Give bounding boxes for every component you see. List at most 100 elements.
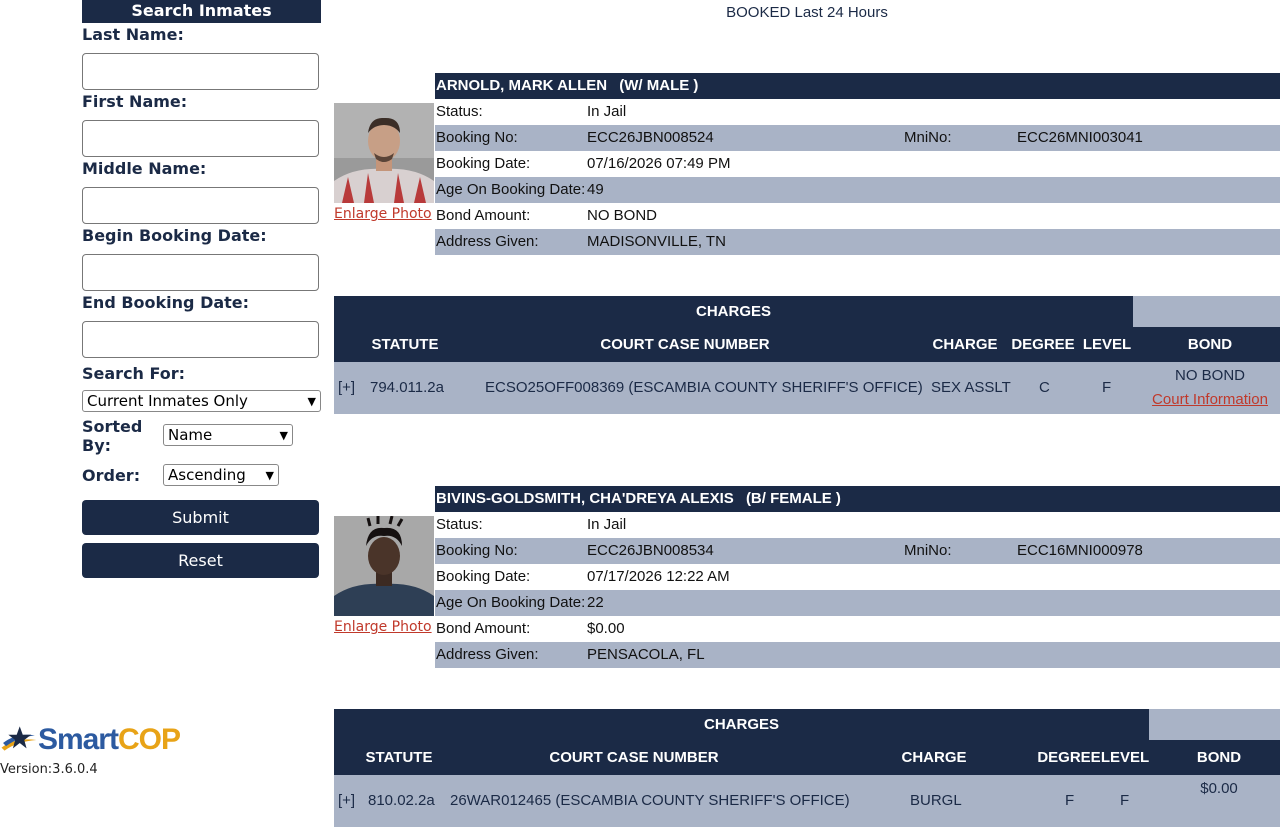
charge-cell: SEX ASSLT (931, 379, 1011, 396)
charge-cell: BURGL (910, 792, 962, 809)
chevron-down-icon: ▼ (265, 468, 274, 482)
middle-name-input[interactable] (82, 187, 319, 224)
charges-title: CHARGES (334, 296, 1133, 327)
booking-no-label: Booking No: (436, 129, 518, 146)
case-number-cell: ECSO25OFF008369 (ESCAMBIA COUNTY SHERIFF… (485, 379, 923, 396)
status-label: Status: (436, 516, 483, 533)
bond-amount-row: Bond Amount: NO BOND (435, 203, 1280, 229)
col-court-case-number: COURT CASE NUMBER (600, 336, 770, 353)
charges-table: CHARGES STATUTE COURT CASE NUMBER CHARGE… (334, 296, 1280, 414)
statute-cell: 810.02.2a (368, 792, 435, 809)
search-for-value: Current Inmates Only (87, 392, 248, 410)
booking-no-row: Booking No: ECC26JBN008524 MniNo: ECC26M… (435, 125, 1280, 151)
sorted-by-value: Name (168, 426, 213, 444)
logo-smart-text: Smart (37, 723, 119, 756)
submit-button[interactable]: Submit (82, 500, 319, 535)
end-booking-date-input[interactable] (82, 321, 319, 358)
charges-header-row: STATUTE COURT CASE NUMBER CHARGE DEGREE … (334, 740, 1280, 775)
enlarge-photo-link[interactable]: Enlarge Photo (334, 206, 434, 222)
booking-date-row: Booking Date: 07/17/2026 12:22 AM (435, 564, 1280, 590)
degree-cell: F (1065, 792, 1075, 809)
booking-no-label: Booking No: (436, 542, 518, 559)
order-select[interactable]: Ascending ▼ (163, 464, 279, 486)
statute-cell: 794.011.2a (370, 379, 444, 396)
address-label: Address Given: (436, 646, 539, 663)
page-title: BOOKED Last 24 Hours (726, 4, 888, 21)
inmate-race-sex: (W/ MALE ) (619, 77, 699, 94)
booking-no-row: Booking No: ECC26JBN008534 MniNo: ECC16M… (435, 538, 1280, 564)
col-degree: DEGREE (1011, 336, 1075, 353)
table-row: [+] 794.011.2a ECSO25OFF008369 (ESCAMBIA… (334, 362, 1280, 414)
expand-toggle[interactable]: [+] (338, 379, 355, 396)
mni-no-value: ECC16MNI000978 (1017, 542, 1143, 559)
booking-date-label: Booking Date: (436, 155, 531, 172)
mni-no-label: MniNo: (904, 542, 952, 559)
begin-booking-date-input[interactable] (82, 254, 319, 291)
first-name-label: First Name: (82, 92, 188, 111)
col-charge: CHARGE (932, 336, 998, 353)
begin-booking-date-label: Begin Booking Date: (82, 226, 267, 245)
expand-toggle[interactable]: [+] (338, 792, 355, 809)
enlarge-photo-link[interactable]: Enlarge Photo (334, 619, 434, 635)
mni-no-value: ECC26MNI003041 (1017, 129, 1143, 146)
order-value: Ascending (168, 466, 246, 484)
booking-no-value: ECC26JBN008534 (587, 542, 714, 559)
search-panel: Search Inmates Last Name: First Name: Mi… (82, 0, 321, 578)
charges-header-row: STATUTE COURT CASE NUMBER CHARGE DEGREE … (334, 327, 1280, 362)
degree-cell: C (1039, 379, 1050, 396)
col-statute: STATUTE (371, 336, 439, 353)
booking-date-label: Booking Date: (436, 568, 531, 585)
booking-no-value: ECC26JBN008524 (587, 129, 714, 146)
sorted-by-select[interactable]: Name ▼ (163, 424, 293, 446)
last-name-label: Last Name: (82, 25, 184, 44)
age-row: Age On Booking Date: 49 (435, 177, 1280, 203)
inmate-race-sex: (B/ FEMALE ) (745, 490, 841, 507)
end-booking-date-label: End Booking Date: (82, 293, 250, 312)
status-row: Status: In Jail (435, 512, 1280, 538)
last-name-input[interactable] (82, 53, 319, 90)
mni-no-label: MniNo: (904, 129, 952, 146)
col-bond: BOND (1187, 336, 1233, 353)
bond-cell: $0.00 (1200, 780, 1238, 797)
inmate-photo (334, 516, 434, 616)
inmate-photo (334, 103, 434, 203)
sorted-by-label: Sorted By: (82, 417, 143, 455)
col-charge: CHARGE (901, 749, 967, 766)
address-row: Address Given: MADISONVILLE, TN (435, 229, 1280, 255)
results-panel: BOOKED Last 24 Hours Enlarge Photo ARNOL… (334, 0, 1280, 827)
booking-date-value: 07/16/2026 07:49 PM (587, 155, 731, 172)
booking-date-value: 07/17/2026 12:22 AM (587, 568, 730, 585)
reset-button[interactable]: Reset (82, 543, 319, 578)
status-label: Status: (436, 103, 483, 120)
charges-table: CHARGES STATUTE COURT CASE NUMBER CHARGE… (334, 709, 1280, 827)
middle-name-label: Middle Name: (82, 159, 207, 178)
status-row: Status: In Jail (435, 99, 1280, 125)
case-number-cell: 26WAR012465 (ESCAMBIA COUNTY SHERIFF'S O… (450, 792, 850, 809)
bond-amount-value: $0.00 (587, 620, 625, 637)
level-cell: F (1102, 379, 1112, 396)
bond-amount-value: NO BOND (587, 207, 658, 224)
charges-title: CHARGES (334, 709, 1149, 740)
status-value: In Jail (587, 103, 627, 120)
first-name-input[interactable] (82, 120, 319, 157)
inmate-name-bar: BIVINS-GOLDSMITH, CHA'DREYA ALEXIS (B/ F… (435, 486, 1280, 512)
status-value: In Jail (587, 516, 627, 533)
address-label: Address Given: (436, 233, 539, 250)
smartcop-logo: Smart COP Version:3.6.0.4 (0, 720, 181, 777)
age-value: 22 (587, 594, 604, 611)
address-value: MADISONVILLE, TN (587, 233, 726, 250)
search-panel-title: Search Inmates (82, 0, 321, 23)
table-row: [+] 810.02.2a 26WAR012465 (ESCAMBIA COUN… (334, 775, 1280, 827)
court-information-link[interactable]: Court Information (1152, 391, 1268, 408)
col-degree: DEGREE (1037, 749, 1101, 766)
age-label: Age On Booking Date: (436, 181, 586, 198)
bond-amount-row: Bond Amount: $0.00 (435, 616, 1280, 642)
address-row: Address Given: PENSACOLA, FL (435, 642, 1280, 668)
level-cell: F (1120, 792, 1130, 809)
logo-cop-text: COP (117, 723, 181, 756)
order-label: Order: (82, 466, 141, 485)
version-text: Version:3.6.0.4 (0, 762, 98, 777)
chevron-down-icon: ▼ (307, 394, 316, 408)
search-for-select[interactable]: Current Inmates Only ▼ (82, 390, 321, 412)
search-for-label: Search For: (82, 364, 186, 383)
